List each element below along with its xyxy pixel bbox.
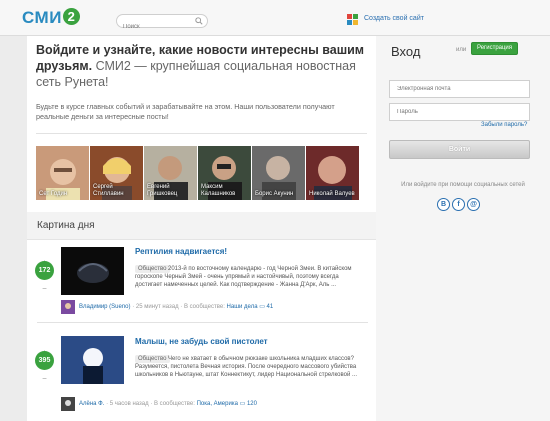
section-title: Картина дня	[37, 220, 95, 231]
post-time: 25 минут назад	[135, 304, 179, 310]
create-site-icon[interactable]	[347, 14, 358, 25]
login-panel: Вход или Регистрация Забыли пароль? Войт…	[376, 36, 550, 421]
search-input[interactable]	[117, 21, 191, 33]
facebook-icon[interactable]: f	[452, 198, 465, 211]
post-excerpt: 2013-й по восточному календарю - год Чер…	[135, 266, 352, 288]
person-name: Сет Годин	[39, 190, 68, 197]
create-site-link[interactable]: Создать свой сайт	[364, 15, 424, 22]
search-icon[interactable]	[195, 17, 203, 25]
community-prefix: В сообществе:	[183, 304, 225, 310]
news-feed: + 172 − Рептилия надвигается! Общество 2…	[27, 240, 376, 421]
post-thumbnail-image	[61, 247, 124, 295]
author-avatar[interactable]	[61, 397, 75, 411]
logo-text: СМИ	[22, 8, 62, 27]
mailru-icon[interactable]: @	[467, 198, 480, 211]
post-thumbnail[interactable]	[61, 336, 124, 384]
forgot-password-link[interactable]: Забыли пароль?	[481, 122, 527, 128]
email-field[interactable]	[389, 80, 530, 98]
vote-count: 395	[35, 351, 54, 370]
login-button[interactable]: Войти	[389, 140, 530, 159]
promo-divider	[36, 133, 367, 134]
social-login-buttons: В f @	[437, 198, 480, 211]
social-login-text: Или войдите при помощи социальных сетей	[401, 182, 525, 188]
post-meta: Владимир (Sueno) · 25 минут назад · В со…	[61, 300, 371, 314]
post-meta-text: Владимир (Sueno) · 25 минут назад · В со…	[79, 304, 274, 310]
search-box	[116, 14, 208, 33]
promo-card: Войдите и узнайте, какие новости интерес…	[27, 36, 376, 212]
person-photo[interactable]: Максим Калашников	[198, 146, 251, 200]
post-time: 5 часов назад	[109, 401, 149, 407]
comments-count[interactable]: 120	[247, 401, 257, 407]
person-photo[interactable]: Евгений Гришковец	[144, 146, 197, 200]
author-link[interactable]: Алёна Ф.	[79, 401, 104, 407]
login-title: Вход	[391, 44, 421, 59]
feed-item: + 172 − Рептилия надвигается! Общество 2…	[27, 240, 376, 326]
password-field[interactable]	[389, 103, 530, 121]
community-prefix: В сообществе:	[153, 401, 195, 407]
comments-count[interactable]: 41	[267, 304, 274, 310]
promo-headline: Войдите и узнайте, какие новости интерес…	[36, 42, 371, 90]
site-logo[interactable]: СМИ 2	[22, 8, 80, 28]
post-thumbnail[interactable]	[61, 247, 124, 295]
author-avatar[interactable]	[61, 300, 75, 314]
featured-people: Сет Годин Сергей Стиллавин Евгений Гришк…	[36, 146, 376, 200]
post-title-link[interactable]: Малыш, не забудь свой пистолет	[135, 337, 268, 346]
person-photo[interactable]: Сергей Стиллавин	[90, 146, 143, 200]
vote-down-button[interactable]: −	[40, 284, 49, 293]
person-name: Николай Валуев	[309, 190, 355, 197]
person-photo[interactable]: Сет Годин	[36, 146, 89, 200]
post-meta-text: Алёна Ф. · 5 часов назад · В сообществе:…	[79, 401, 257, 407]
comments-icon[interactable]: ▭	[259, 304, 266, 310]
person-name: Сергей Стиллавин	[93, 184, 124, 197]
community-link[interactable]: Пока, Америка	[197, 401, 238, 407]
post-thumbnail-image	[61, 336, 124, 384]
comments-icon[interactable]: ▭	[240, 401, 247, 407]
vote-count: 172	[35, 261, 54, 280]
section-header: Картина дня	[27, 212, 376, 240]
post-meta: Алёна Ф. · 5 часов назад · В сообществе:…	[61, 397, 371, 411]
community-link[interactable]: Наши дела	[227, 304, 258, 310]
vote-down-button[interactable]: −	[40, 374, 49, 383]
promo-subtext: Будьте в курсе главных событий и зарабат…	[36, 102, 335, 121]
post-title-link[interactable]: Рептилия надвигается!	[135, 247, 227, 256]
vk-icon[interactable]: В	[437, 198, 450, 211]
person-name: Евгений Гришковец	[147, 184, 178, 197]
logo-number: 2	[62, 8, 80, 25]
feed-item: + 395 − Малыш, не забудь свой пистолет О…	[27, 330, 376, 416]
or-label: или	[456, 47, 467, 53]
feed-divider	[37, 322, 368, 323]
register-button[interactable]: Регистрация	[471, 42, 518, 55]
post-excerpt: Чего не хватает в обычном рюкзаке школьн…	[135, 356, 357, 378]
top-bar: СМИ2 Создать свой сайт	[0, 0, 550, 36]
person-name: Максим Калашников	[201, 184, 236, 197]
person-photo[interactable]: Борис Акунин	[252, 146, 305, 200]
person-photo[interactable]: Николай Валуев	[306, 146, 359, 200]
person-name: Борис Акунин	[255, 190, 294, 197]
author-link[interactable]: Владимир (Sueno)	[79, 304, 131, 310]
